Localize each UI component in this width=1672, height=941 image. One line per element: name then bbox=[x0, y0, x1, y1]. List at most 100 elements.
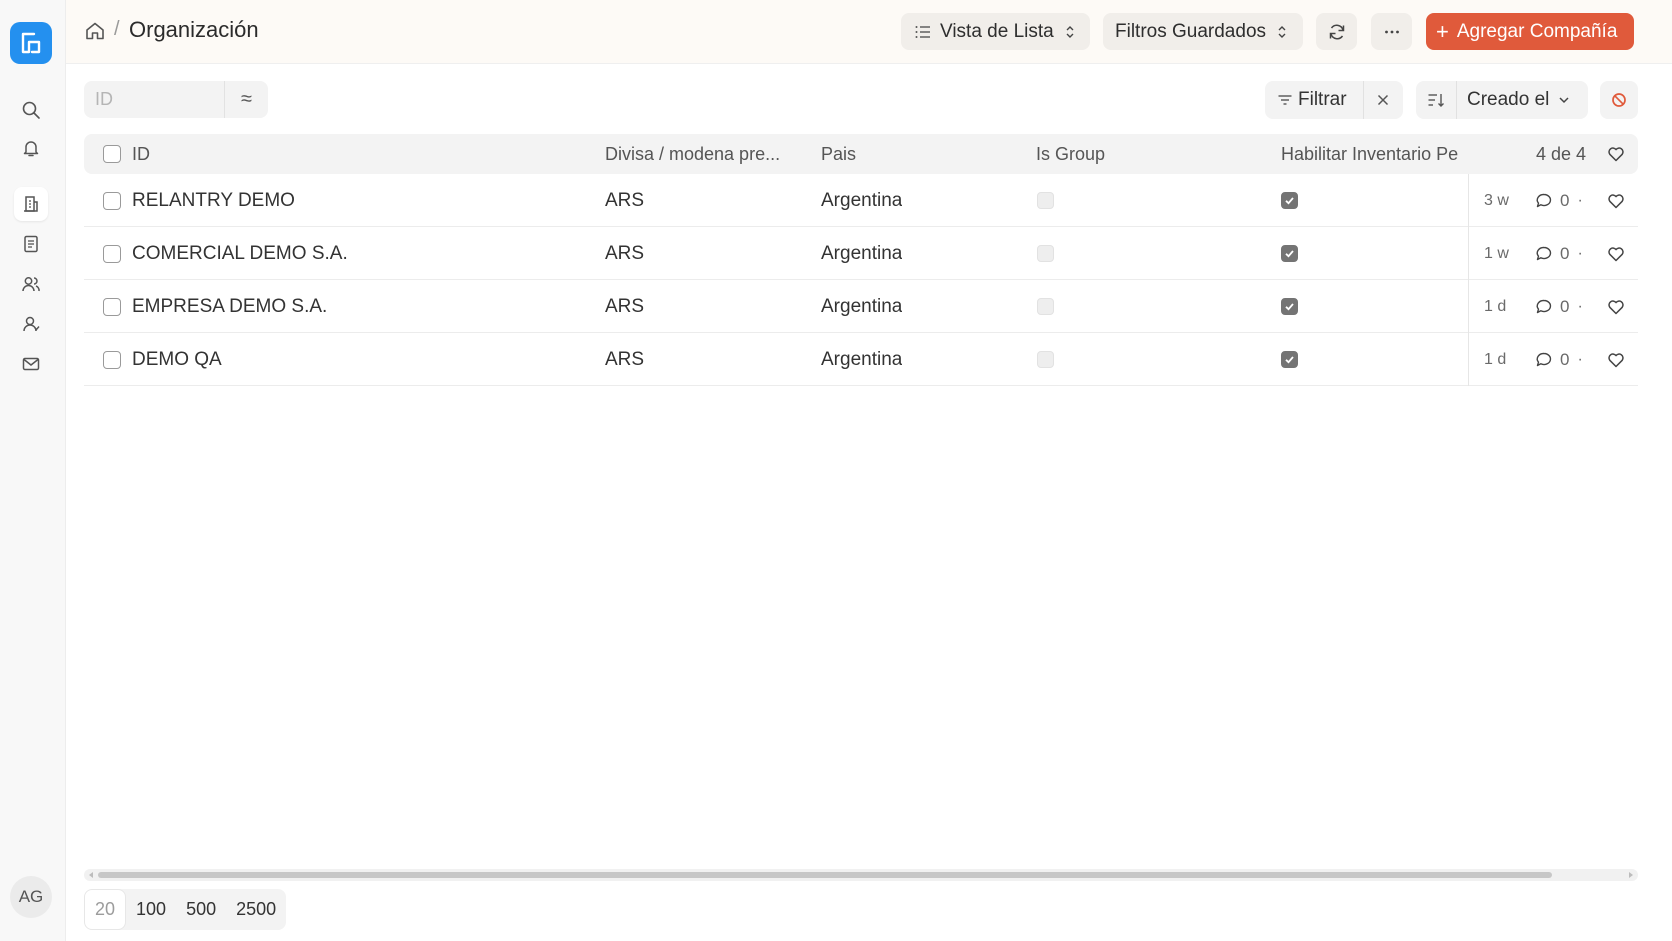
saved-filters-label: Filtros Guardados bbox=[1115, 20, 1267, 42]
sidebar-item-contacts[interactable] bbox=[14, 267, 48, 301]
id-search-input[interactable] bbox=[84, 81, 224, 118]
chevron-up-down-icon bbox=[1066, 25, 1074, 38]
heart-icon bbox=[1608, 352, 1624, 367]
sidebar-search[interactable] bbox=[14, 93, 48, 127]
app-logo[interactable] bbox=[10, 22, 52, 64]
sidebar-item-mail[interactable] bbox=[14, 347, 48, 381]
is-group-checkbox bbox=[1037, 245, 1054, 262]
horizontal-scrollbar[interactable] bbox=[84, 869, 1638, 881]
select-all-checkbox[interactable] bbox=[103, 134, 121, 174]
checkbox[interactable] bbox=[103, 297, 121, 316]
view-switcher-label: Vista de Lista bbox=[940, 20, 1054, 42]
users-icon bbox=[22, 277, 40, 292]
column-header-inventory[interactable]: Habilitar Inventario Pe bbox=[1281, 134, 1469, 174]
row-select[interactable] bbox=[103, 227, 121, 280]
app-root: AG / Organización Vista de Lista Filtros… bbox=[0, 0, 1672, 941]
sidebar-notifications[interactable] bbox=[14, 131, 48, 165]
column-header-id[interactable]: ID bbox=[132, 134, 150, 174]
column-header-country[interactable]: Pais bbox=[821, 134, 856, 174]
comment-count[interactable]: 0 · bbox=[1534, 280, 1583, 333]
saved-filters-button[interactable]: Filtros Guardados bbox=[1103, 13, 1303, 50]
match-mode-toggle[interactable]: ≈ bbox=[224, 81, 268, 118]
table-row[interactable]: DEMO QA ARS Argentina 1 d 0 · bbox=[84, 333, 1638, 386]
more-actions-button[interactable] bbox=[1371, 13, 1412, 50]
comment-count-value: 0 bbox=[1560, 349, 1570, 369]
view-switcher-button[interactable]: Vista de Lista bbox=[901, 13, 1090, 50]
column-header-currency[interactable]: Divisa / modena pre... bbox=[605, 134, 805, 174]
page-size-option[interactable]: 100 bbox=[126, 889, 176, 930]
page-title[interactable]: Organización bbox=[129, 17, 259, 43]
page-size-option[interactable]: 500 bbox=[176, 889, 226, 930]
check-icon bbox=[1285, 197, 1294, 205]
scroll-right-icon[interactable] bbox=[1627, 871, 1635, 879]
row-select[interactable] bbox=[103, 333, 121, 386]
comment-count-value: 0 bbox=[1560, 243, 1570, 263]
heart-icon bbox=[1608, 246, 1624, 261]
cell-id[interactable]: COMERCIAL DEMO S.A. bbox=[132, 227, 348, 280]
filter-label: Filtrar bbox=[1298, 89, 1347, 110]
sidebar-item-organization[interactable] bbox=[14, 187, 48, 221]
sort-direction-button[interactable] bbox=[1416, 81, 1457, 119]
reload-button[interactable] bbox=[1316, 13, 1357, 50]
chevron-down-icon bbox=[1559, 97, 1569, 104]
column-divider bbox=[1468, 227, 1469, 280]
table-row[interactable]: COMERCIAL DEMO S.A. ARS Argentina 1 w 0 · bbox=[84, 227, 1638, 280]
cell-inventory bbox=[1281, 227, 1298, 280]
comment-count[interactable]: 0 · bbox=[1534, 227, 1583, 280]
breadcrumb-separator: / bbox=[114, 18, 120, 40]
bell-icon bbox=[23, 141, 39, 157]
inventory-checkbox bbox=[1281, 192, 1298, 209]
checkbox[interactable] bbox=[103, 145, 121, 163]
cell-currency: ARS bbox=[605, 189, 645, 211]
checkbox[interactable] bbox=[103, 191, 121, 210]
home-icon[interactable] bbox=[84, 20, 106, 42]
chevron-up-down-icon bbox=[1278, 25, 1286, 38]
comment-count[interactable]: 0 · bbox=[1534, 333, 1583, 386]
comment-count[interactable]: 0 · bbox=[1534, 174, 1583, 227]
like-button[interactable] bbox=[1606, 280, 1626, 333]
comment-icon bbox=[1536, 352, 1552, 366]
document-icon bbox=[24, 235, 38, 253]
cell-id[interactable]: RELANTRY DEMO bbox=[132, 174, 295, 227]
filter-button[interactable]: Filtrar bbox=[1276, 89, 1347, 111]
scrollbar-thumb[interactable] bbox=[98, 872, 1552, 878]
checkbox[interactable] bbox=[103, 350, 121, 369]
like-button[interactable] bbox=[1606, 174, 1626, 227]
cell-id[interactable]: EMPRESA DEMO S.A. bbox=[132, 280, 327, 333]
filter-group: Filtrar bbox=[1265, 81, 1403, 119]
table-header: ID Divisa / modena pre... Pais Is Group … bbox=[84, 134, 1638, 174]
sort-field-button[interactable]: Creado el bbox=[1457, 89, 1571, 111]
check-icon bbox=[1285, 303, 1294, 311]
cell-currency: ARS bbox=[605, 242, 645, 264]
cell-country: Argentina bbox=[821, 189, 903, 211]
table-row[interactable]: EMPRESA DEMO S.A. ARS Argentina 1 d 0 · bbox=[84, 280, 1638, 333]
clear-sort-button[interactable] bbox=[1600, 81, 1638, 119]
cell-id[interactable]: DEMO QA bbox=[132, 333, 222, 386]
sidebar-item-user[interactable] bbox=[14, 307, 48, 341]
like-button[interactable] bbox=[1606, 227, 1626, 280]
id-search-box: ≈ bbox=[84, 81, 268, 118]
page-size-option[interactable]: 2500 bbox=[226, 889, 286, 930]
page-size-option[interactable]: 20 bbox=[84, 889, 127, 930]
clear-filter-icon[interactable] bbox=[1374, 91, 1392, 109]
cell-is-group bbox=[1037, 333, 1054, 386]
ban-icon bbox=[1612, 93, 1626, 107]
cell-country: Argentina bbox=[821, 295, 903, 317]
plus-icon: + bbox=[1436, 18, 1449, 44]
cell-is-group bbox=[1037, 280, 1054, 333]
like-filter-button[interactable] bbox=[1606, 134, 1626, 174]
row-select[interactable] bbox=[103, 174, 121, 227]
cell-country: Argentina bbox=[821, 348, 903, 370]
add-company-button[interactable]: + Agregar Compañía bbox=[1426, 13, 1634, 50]
sidebar-item-documents[interactable] bbox=[14, 227, 48, 261]
cell-modified: 1 d bbox=[1484, 297, 1507, 315]
user-avatar[interactable]: AG bbox=[10, 876, 52, 918]
column-header-is-group[interactable]: Is Group bbox=[1036, 134, 1105, 174]
comment-count-value: 0 bbox=[1560, 296, 1570, 316]
row-select[interactable] bbox=[103, 280, 121, 333]
column-divider bbox=[1468, 280, 1469, 333]
checkbox[interactable] bbox=[103, 244, 121, 263]
scroll-left-icon[interactable] bbox=[87, 871, 95, 879]
like-button[interactable] bbox=[1606, 333, 1626, 386]
table-row[interactable]: RELANTRY DEMO ARS Argentina 3 w 0 · bbox=[84, 174, 1638, 227]
